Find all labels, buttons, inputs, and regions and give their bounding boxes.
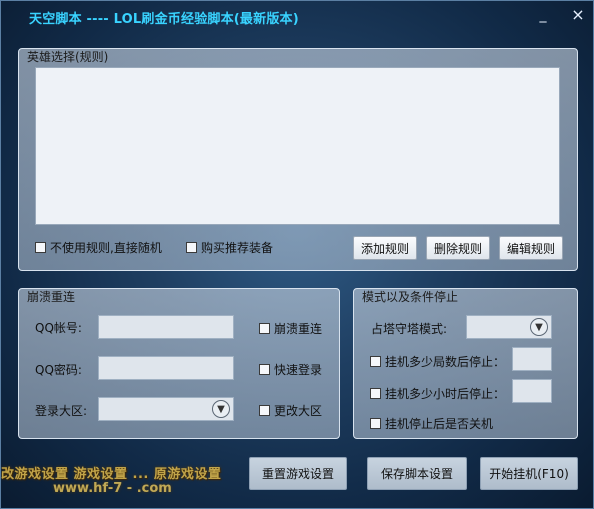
stop-after-games-checkbox[interactable]: 挂机多少局数后停止： bbox=[370, 353, 505, 370]
no-rules-random-label: 不使用规则,直接随机 bbox=[50, 241, 162, 255]
buy-recommended-label: 购买推荐装备 bbox=[201, 241, 274, 255]
save-script-settings-button[interactable]: 保存脚本设置 bbox=[367, 457, 467, 490]
change-region-checkbox[interactable]: 更改大区 bbox=[259, 402, 322, 419]
stop-after-games-label: 挂机多少局数后停止： bbox=[385, 355, 506, 369]
login-region-label: 登录大区: bbox=[35, 404, 88, 418]
checkbox-box[interactable] bbox=[259, 405, 270, 416]
checkbox-box[interactable] bbox=[370, 388, 381, 399]
chevron-down-icon[interactable]: ▼ bbox=[530, 318, 548, 336]
close-button[interactable]: × bbox=[567, 5, 589, 25]
minimize-button[interactable]: _ bbox=[532, 5, 554, 25]
stop-games-input[interactable] bbox=[512, 347, 552, 371]
shutdown-after-stop-checkbox[interactable]: 挂机停止后是否关机 bbox=[370, 415, 493, 432]
change-region-label: 更改大区 bbox=[274, 404, 323, 418]
rules-list[interactable] bbox=[35, 67, 560, 225]
tower-mode-label: 占塔守塔模式: bbox=[371, 322, 448, 336]
crash-panel-title: 崩溃重连 bbox=[27, 290, 76, 304]
shutdown-after-stop-label: 挂机停止后是否关机 bbox=[385, 417, 494, 431]
stop-hours-input[interactable] bbox=[512, 379, 552, 403]
crash-reconnect-label: 崩溃重连 bbox=[274, 322, 323, 336]
title-bar: 天空脚本 ---- LOL刷金币经验脚本(最新版本) _ × bbox=[1, 1, 593, 31]
qq-password-label: QQ密码: bbox=[35, 363, 82, 377]
chevron-down-icon[interactable]: ▼ bbox=[212, 400, 230, 418]
hero-panel-title: 英雄选择(规则) bbox=[27, 50, 109, 64]
checkbox-box[interactable] bbox=[35, 242, 46, 253]
mode-panel-title: 模式以及条件停止 bbox=[362, 290, 459, 304]
crash-reconnect-checkbox[interactable]: 崩溃重连 bbox=[259, 320, 322, 337]
checkbox-box[interactable] bbox=[370, 418, 381, 429]
reset-game-settings-button[interactable]: 重置游戏设置 bbox=[249, 457, 347, 490]
qq-account-label: QQ帐号: bbox=[35, 321, 82, 335]
mode-stop-panel: 模式以及条件停止 占塔守塔模式: ▼ 挂机多少局数后停止： 挂机多少小时后停止：… bbox=[353, 288, 578, 439]
fast-login-checkbox[interactable]: 快速登录 bbox=[259, 361, 322, 378]
stop-after-hours-checkbox[interactable]: 挂机多少小时后停止： bbox=[370, 385, 505, 402]
fast-login-label: 快速登录 bbox=[274, 363, 323, 377]
checkbox-box[interactable] bbox=[259, 364, 270, 375]
edit-rule-button[interactable]: 编辑规则 bbox=[499, 236, 563, 260]
watermark-top-text: 改游戏设置 游戏设置 ... 原游戏设置 bbox=[1, 467, 222, 482]
add-rule-button[interactable]: 添加规则 bbox=[353, 236, 417, 260]
login-region-select[interactable]: ▼ bbox=[98, 397, 234, 421]
buy-recommended-checkbox[interactable]: 购买推荐装备 bbox=[186, 239, 273, 256]
checkbox-box[interactable] bbox=[370, 356, 381, 367]
window-title: 天空脚本 ---- LOL刷金币经验脚本(最新版本) bbox=[29, 12, 299, 27]
start-afk-button[interactable]: 开始挂机(F10) bbox=[480, 457, 578, 490]
checkbox-box[interactable] bbox=[259, 323, 270, 334]
app-window: 天空脚本 ---- LOL刷金币经验脚本(最新版本) _ × 英雄选择(规则) … bbox=[0, 0, 594, 509]
stop-after-hours-label: 挂机多少小时后停止： bbox=[385, 387, 506, 401]
tower-mode-select[interactable]: ▼ bbox=[466, 315, 552, 339]
crash-reconnect-panel: 崩溃重连 QQ帐号: QQ密码: 登录大区: ▼ 崩溃重连 快速登录 更改大区 bbox=[18, 288, 340, 439]
watermark-url-text: www.hf-7 - .com bbox=[53, 481, 172, 496]
hero-selection-panel: 英雄选择(规则) 不使用规则,直接随机 购买推荐装备 添加规则 删除规则 编辑规… bbox=[18, 48, 578, 271]
qq-account-input[interactable] bbox=[98, 315, 234, 339]
delete-rule-button[interactable]: 删除规则 bbox=[426, 236, 490, 260]
qq-password-input[interactable] bbox=[98, 356, 234, 380]
no-rules-random-checkbox[interactable]: 不使用规则,直接随机 bbox=[35, 239, 162, 256]
checkbox-box[interactable] bbox=[186, 242, 197, 253]
